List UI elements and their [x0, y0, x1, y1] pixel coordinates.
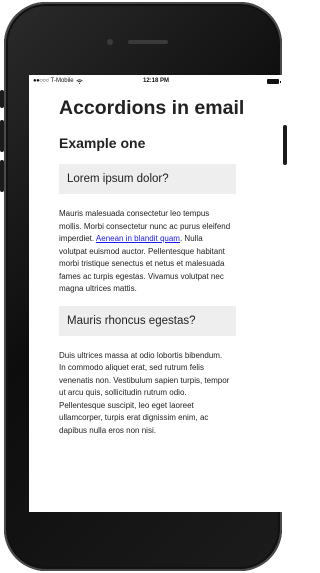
email-content: Accordions in email Example one Lorem ip…: [29, 87, 283, 437]
section-title: Example one: [59, 135, 146, 151]
accordion-body-1: Mauris malesuada consectetur leo tempus …: [59, 194, 231, 296]
volume-down-button: [0, 160, 4, 192]
accordion-header-1[interactable]: Lorem ipsum dolor?: [59, 164, 236, 194]
accordion-text-2: Duis ultrices massa at odio lobortis bib…: [59, 350, 230, 435]
page-title: Accordions in email: [59, 97, 245, 119]
mute-switch: [0, 90, 4, 108]
accordion-title-1: Lorem ipsum dolor?: [67, 173, 169, 185]
home-button[interactable]: [115, 530, 173, 566]
status-bar: ●●○○○ T-Mobile 12:18 PM: [29, 75, 283, 87]
power-button: [283, 125, 287, 165]
volume-up-button: [0, 120, 4, 152]
battery-icon: [267, 78, 281, 84]
speaker-grille: [128, 40, 168, 44]
accordion-title-2: Mauris rhoncus egestas?: [67, 314, 196, 327]
camera-icon: [107, 39, 113, 45]
accordion-link[interactable]: Aenean in blandit quam: [96, 234, 180, 243]
phone-frame: ●●○○○ T-Mobile 12:18 PM Accordions in em…: [4, 2, 283, 571]
accordion-header-2[interactable]: Mauris rhoncus egestas?: [59, 305, 236, 336]
status-time: 12:18 PM: [142, 78, 169, 84]
accordion-body-2: Duis ultrices massa at odio lobortis bib…: [59, 336, 231, 438]
phone-screen: ●●○○○ T-Mobile 12:18 PM Accordions in em…: [29, 75, 283, 512]
